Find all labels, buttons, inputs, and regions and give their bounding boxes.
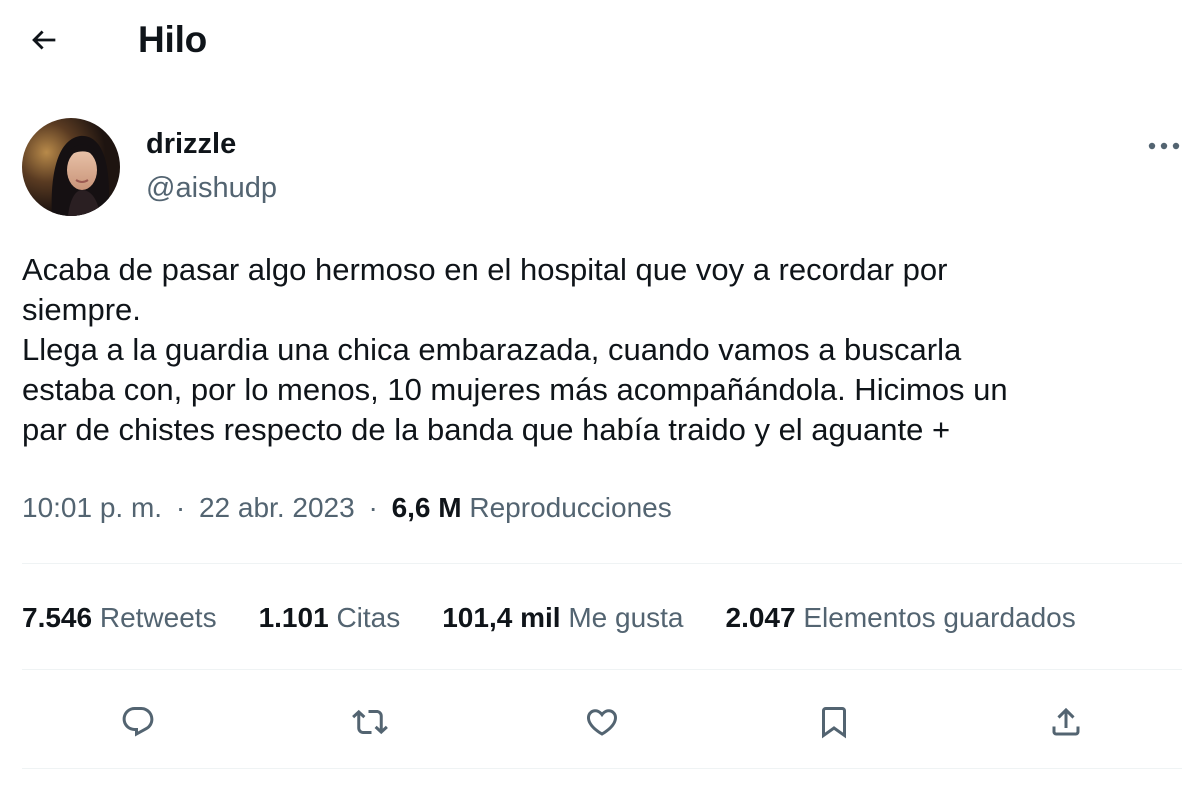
tweet-line: siempre. xyxy=(22,292,141,327)
tweet-meta: 10:01 p. m. · 22 abr. 2023 · 6,6 M Repro… xyxy=(22,488,672,528)
retweet-button[interactable] xyxy=(346,698,394,746)
author-display-name[interactable]: drizzle xyxy=(146,126,236,162)
reply-button[interactable] xyxy=(114,698,162,746)
stat-retweets-label: Retweets xyxy=(99,602,217,633)
stat-bookmarks-label: Elementos guardados xyxy=(803,602,1076,633)
divider xyxy=(22,563,1182,564)
stat-likes-count: 101,4 mil xyxy=(442,602,561,633)
avatar-image xyxy=(22,118,120,216)
avatar[interactable] xyxy=(22,118,120,216)
stat-likes[interactable]: 101,4 mil Me gusta xyxy=(442,598,683,638)
stat-quotes-count: 1.101 xyxy=(258,602,329,633)
more-horizontal-icon xyxy=(1148,142,1180,150)
retweet-icon xyxy=(352,709,388,735)
share-button[interactable] xyxy=(1042,698,1090,746)
tweet-line: estaba con, por lo menos, 10 mujeres más… xyxy=(22,372,1008,407)
tweet-time[interactable]: 10:01 p. m. xyxy=(22,492,162,523)
stat-quotes[interactable]: 1.101 Citas xyxy=(259,598,401,638)
thread-page: Hilo drizzle @aishudp Acaba de pasar alg… xyxy=(0,0,1200,800)
stat-bookmarks-count: 2.047 xyxy=(725,602,796,633)
divider xyxy=(22,768,1182,769)
arrow-left-icon xyxy=(32,30,56,50)
stat-bookmarks[interactable]: 2.047 Elementos guardados xyxy=(726,598,1076,638)
views-label[interactable]: Reproducciones xyxy=(469,492,671,523)
stat-likes-label: Me gusta xyxy=(568,602,684,633)
bookmark-icon xyxy=(822,707,846,739)
tweet-line: par de chistes respecto de la banda que … xyxy=(22,412,951,447)
stat-quotes-label: Citas xyxy=(336,602,401,633)
stat-retweets-count: 7.546 xyxy=(22,602,93,633)
divider xyxy=(22,669,1182,670)
meta-separator: · xyxy=(175,492,186,523)
heart-icon xyxy=(586,709,618,736)
share-icon xyxy=(1052,707,1080,736)
like-button[interactable] xyxy=(578,698,626,746)
stat-retweets[interactable]: 7.546 Retweets xyxy=(22,598,217,638)
more-options-button[interactable] xyxy=(1140,128,1188,164)
back-button[interactable] xyxy=(22,18,66,62)
author-handle[interactable]: @aishudp xyxy=(146,170,277,206)
reply-icon xyxy=(122,707,154,737)
tweet-line: Llega a la guardia una chica embarazada,… xyxy=(22,332,962,367)
views-count[interactable]: 6,6 M xyxy=(392,492,462,523)
page-title: Hilo xyxy=(138,19,208,60)
tweet-date[interactable]: 22 abr. 2023 xyxy=(199,492,355,523)
meta-separator: · xyxy=(368,492,378,523)
tweet-line: Acaba de pasar algo hermoso en el hospit… xyxy=(22,252,948,287)
page-header: Hilo xyxy=(0,0,1200,84)
tweet-stats: 7.546 Retweets 1.101 Citas 101,4 mil Me … xyxy=(22,598,1118,638)
bookmark-button[interactable] xyxy=(810,698,858,746)
tweet-text: Acaba de pasar algo hermoso en el hospit… xyxy=(22,250,1182,450)
